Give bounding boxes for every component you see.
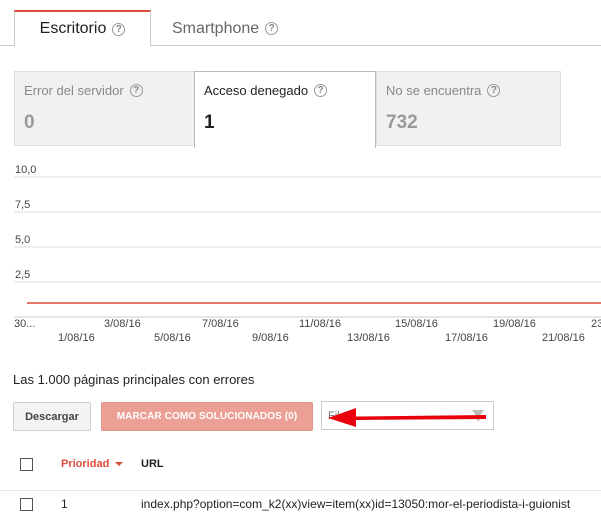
tab-desktop[interactable]: Escritorio ?	[14, 10, 151, 47]
help-icon[interactable]: ?	[129, 84, 143, 97]
table-row[interactable]: 1 index.php?option=com_k2(xx)view=item(x…	[0, 491, 601, 521]
card-access-denied-count: 1	[204, 112, 215, 133]
card-server-error[interactable]: Error del servidor ? 0	[14, 71, 195, 146]
y-tick-label: 2,5	[15, 269, 30, 281]
tab-smartphone[interactable]: Smartphone ?	[172, 10, 279, 47]
section-title: Las 1.000 páginas principales con errore…	[13, 372, 255, 387]
column-priority[interactable]: Prioridad	[61, 458, 124, 470]
x-tick-label: 23	[591, 318, 601, 330]
x-tick-label: 19/08/16	[493, 318, 536, 330]
x-tick-label: 9/08/16	[252, 332, 289, 344]
help-icon[interactable]: ?	[112, 22, 126, 36]
x-tick-label: 7/08/16	[202, 318, 239, 330]
device-tabs: Escritorio ? Smartphone ?	[0, 0, 601, 47]
card-not-found-label: No se encuentra	[386, 83, 482, 98]
x-tick-label: 3/08/16	[104, 318, 141, 330]
row-url[interactable]: index.php?option=com_k2(xx)view=item(xx)…	[141, 497, 601, 511]
column-priority-label: Prioridad	[61, 458, 110, 470]
help-icon[interactable]: ?	[487, 84, 501, 97]
x-tick-label: 15/08/16	[395, 318, 438, 330]
y-tick-label: 5,0	[15, 234, 30, 246]
mark-fixed-button[interactable]: MARCAR COMO SOLUCIONADOS (0)	[101, 402, 313, 431]
card-not-found[interactable]: No se encuentra ? 732	[376, 71, 561, 146]
x-tick-label: 5/08/16	[154, 332, 191, 344]
chart-svg: 10,0 7,5 5,0 2,5 30... 3/08/16 7/08/16 11/08/16…	[14, 164, 601, 344]
annotation-arrow-icon	[328, 408, 486, 427]
tab-smartphone-label: Smartphone	[172, 19, 260, 37]
card-server-error-label: Error del servidor	[24, 83, 124, 98]
help-icon[interactable]: ?	[265, 22, 279, 35]
select-all-checkbox[interactable]	[20, 458, 33, 471]
errors-chart: 10,0 7,5 5,0 2,5 30... 3/08/16 7/08/16 11/08/16…	[0, 160, 601, 350]
card-access-denied[interactable]: Acceso denegado ? 1	[194, 71, 376, 148]
card-access-denied-label: Acceso denegado	[204, 83, 309, 98]
error-category-cards: Error del servidor ? 0 No se encuentra ?…	[14, 71, 601, 148]
x-tick-label: 30...	[14, 318, 35, 330]
y-tick-label: 10,0	[15, 164, 36, 176]
x-tick-label: 1/08/16	[58, 332, 95, 344]
row-priority: 1	[61, 497, 68, 511]
x-tick-label: 21/08/16	[542, 332, 585, 344]
card-not-found-count: 732	[386, 112, 418, 133]
x-tick-label: 11/08/16	[299, 318, 341, 330]
column-url[interactable]: URL	[141, 458, 164, 470]
table-header: Prioridad URL	[0, 446, 601, 491]
tab-desktop-label: Escritorio	[39, 20, 107, 37]
y-tick-label: 7,5	[15, 199, 30, 211]
card-server-error-count: 0	[24, 112, 35, 133]
x-tick-label: 13/08/16	[347, 332, 390, 344]
download-button[interactable]: Descargar	[13, 402, 91, 431]
help-icon[interactable]: ?	[314, 84, 328, 97]
x-tick-label: 17/08/16	[445, 332, 488, 344]
sort-down-icon	[115, 462, 124, 466]
row-checkbox[interactable]	[20, 498, 33, 511]
